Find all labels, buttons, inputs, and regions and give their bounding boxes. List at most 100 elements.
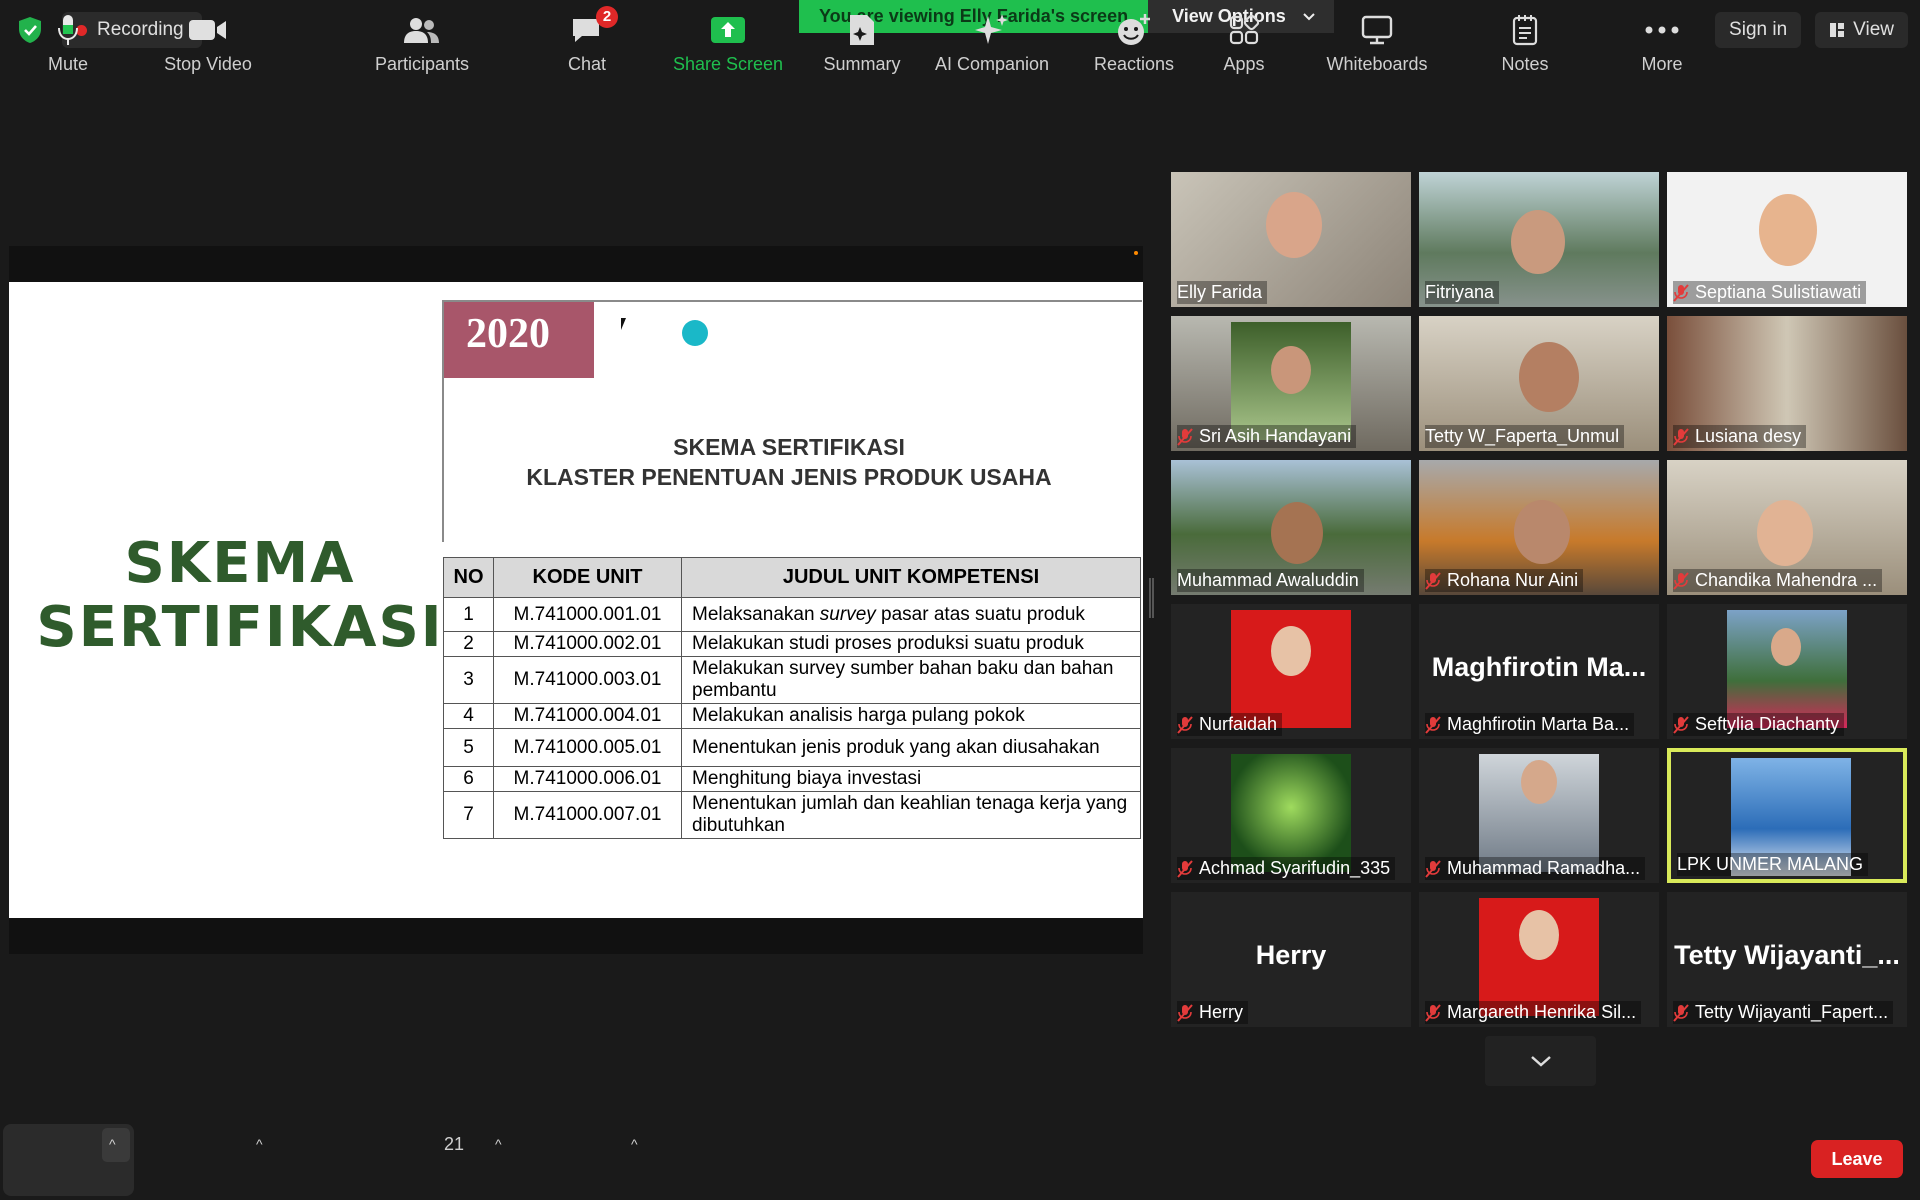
participant-face xyxy=(1266,192,1322,258)
meeting-toolbar xyxy=(0,1114,1920,1200)
participant-tile[interactable]: Elly Farida xyxy=(1171,172,1411,307)
reactions-button[interactable]: Reactions xyxy=(1080,0,1188,86)
row-no: 3 xyxy=(443,656,494,704)
participant-tile[interactable]: Sri Asih Handayani xyxy=(1171,316,1411,451)
ai-sparkle-icon xyxy=(974,12,1010,48)
participant-face xyxy=(1271,502,1323,564)
summary-button[interactable]: Summary xyxy=(816,0,908,86)
participant-name-text: Tetty Wijayanti_Fapert... xyxy=(1695,1002,1889,1022)
muted-mic-icon xyxy=(1177,427,1193,446)
row-no: 4 xyxy=(443,703,494,729)
participants-label: Participants xyxy=(374,53,470,74)
table-row: 5 M.741000.005.01 Menentukan jenis produk … xyxy=(443,728,1141,767)
participant-name-label: Seftylia Diachanty xyxy=(1673,713,1845,736)
row-no: 1 xyxy=(443,597,494,632)
participant-name-label: Margareth Henrika Sil... xyxy=(1425,1001,1642,1024)
table-body: 1 M.741000.001.01 Melaksanakan survey pasa… xyxy=(443,597,1141,839)
participant-tile[interactable]: Septiana Sulistiawati xyxy=(1667,172,1907,307)
judul-text: Melakukan studi proses produksi suatu pr… xyxy=(692,633,1084,654)
zoom-meeting-window: Recording You are viewing Elly Farida's … xyxy=(0,0,1920,1200)
notes-icon xyxy=(1512,12,1538,48)
more-button[interactable]: More xyxy=(1632,0,1692,86)
row-no: 5 xyxy=(443,728,494,767)
participant-tile[interactable]: Nurfaidah xyxy=(1171,604,1411,739)
chat-button[interactable]: 2 Chat xyxy=(556,0,618,86)
participant-face xyxy=(1771,628,1801,666)
muted-mic-icon xyxy=(1673,1003,1689,1022)
row-judul-unit: Menghitung biaya investasi xyxy=(681,766,1141,792)
chat-unread-badge: 2 xyxy=(596,5,618,28)
participant-name-label: Fitriyana xyxy=(1425,281,1500,304)
mute-button[interactable]: Mute xyxy=(28,0,108,86)
table-row: 3 M.741000.003.01 Melakukan survey sumber … xyxy=(443,656,1141,704)
participant-face xyxy=(1759,194,1817,266)
share-screen-button[interactable]: Share Screen xyxy=(668,0,788,86)
notes-button[interactable]: Notes xyxy=(1490,0,1560,86)
participant-name-label: Tetty W_Faperta_Unmul xyxy=(1425,425,1625,448)
participant-name-label: Tetty Wijayanti_Fapert... xyxy=(1673,1001,1894,1024)
whiteboards-button[interactable]: Whiteboards xyxy=(1318,0,1436,86)
participant-tile[interactable]: Seftylia Diachanty xyxy=(1667,604,1907,739)
participant-tile[interactable]: Herry Herry xyxy=(1171,892,1411,1027)
table-row: 4 M.741000.004.01 Melakukan analisis harga… xyxy=(443,703,1141,729)
participant-name-label: Herry xyxy=(1177,1001,1248,1024)
participant-name-text: Maghfirotin Marta Ba... xyxy=(1447,714,1630,734)
shared-screen[interactable]: SKEMA SERTIFIKASI 2020 SKEMA SERTIFIKASI… xyxy=(9,246,1143,954)
participant-tile[interactable]: Rohana Nur Aini xyxy=(1419,460,1659,595)
participant-face xyxy=(1519,342,1579,412)
participant-tile[interactable]: Tetty W_Faperta_Unmul xyxy=(1419,316,1659,451)
view-button[interactable]: View xyxy=(1815,12,1908,48)
apps-button[interactable]: Apps xyxy=(1212,0,1276,86)
participant-tile[interactable]: Lusiana desy xyxy=(1667,316,1907,451)
participant-name-text: LPK UNMER MALANG xyxy=(1677,854,1864,874)
more-label: More xyxy=(1641,53,1683,74)
participant-tile[interactable]: Muhammad Ramadha... xyxy=(1419,748,1659,883)
row-judul-unit: Menentukan jumlah dan keahlian tenaga ke… xyxy=(681,791,1141,839)
row-no: 6 xyxy=(443,766,494,792)
chat-label: Chat xyxy=(567,53,607,74)
row-judul-unit: Melaksanakan survey pasar atas suatu pro… xyxy=(681,597,1141,632)
chat-options-chevron-up-icon[interactable]: ^ xyxy=(631,1136,638,1152)
row-no: 2 xyxy=(443,631,494,657)
participant-tile[interactable]: Achmad Syarifudin_335 xyxy=(1171,748,1411,883)
share-screen-label: Share Screen xyxy=(672,53,784,74)
participant-tile[interactable]: Chandika Mahendra ... xyxy=(1667,460,1907,595)
leave-button[interactable]: Leave xyxy=(1811,1140,1903,1178)
judul-text: Melaksanakan xyxy=(692,603,820,625)
participant-tile[interactable]: Fitriyana xyxy=(1419,172,1659,307)
participant-name-text: Achmad Syarifudin_335 xyxy=(1199,858,1391,878)
participant-video-feed xyxy=(1231,754,1351,872)
ai-companion-button[interactable]: AI Companion xyxy=(930,0,1054,86)
participant-name-label: Septiana Sulistiawati xyxy=(1673,281,1867,304)
chevron-down-icon xyxy=(1530,1056,1551,1067)
audio-options-button[interactable] xyxy=(102,1128,130,1162)
participant-tile[interactable]: Muhammad Awaluddin xyxy=(1171,460,1411,595)
participant-face xyxy=(1519,910,1559,960)
whiteboards-label: Whiteboards xyxy=(1326,53,1428,74)
participant-name-text: Seftylia Diachanty xyxy=(1695,714,1840,734)
participant-tile[interactable]: Margareth Henrika Sil... xyxy=(1419,892,1659,1027)
participant-tile[interactable]: LPK UNMER MALANG xyxy=(1667,748,1907,883)
participant-tile[interactable]: Maghfirotin Ma... Maghfirotin Marta Ba... xyxy=(1419,604,1659,739)
participant-tile[interactable]: Tetty Wijayanti_... Tetty Wijayanti_Faper… xyxy=(1667,892,1907,1027)
slide-big-title: SKEMA SERTIFIKASI xyxy=(31,532,449,660)
video-options-chevron-up-icon[interactable]: ^ xyxy=(256,1136,263,1152)
more-dots-icon xyxy=(1645,12,1679,48)
chevron-down-icon xyxy=(1303,12,1315,20)
row-judul-unit: Melakukan studi proses produksi suatu pr… xyxy=(681,631,1141,657)
participants-button[interactable]: Participants xyxy=(370,0,474,86)
sign-in-button[interactable]: Sign in xyxy=(1715,12,1802,48)
participant-name-text: Muhammad Ramadha... xyxy=(1447,858,1641,878)
header-judul-unit: JUDUL UNIT KOMPETENSI xyxy=(681,557,1141,598)
gallery-next-page-button[interactable] xyxy=(1485,1036,1596,1086)
muted-mic-icon xyxy=(1673,715,1689,734)
judul-emphasis: survey xyxy=(819,603,876,625)
participants-options-chevron-up-icon[interactable]: ^ xyxy=(495,1136,502,1152)
split-resize-handle[interactable] xyxy=(1149,578,1154,618)
participant-name-text: Chandika Mahendra ... xyxy=(1695,570,1878,590)
stop-video-button[interactable]: Stop Video xyxy=(160,0,256,86)
apps-grid-icon xyxy=(1229,12,1259,48)
participant-name-label: Elly Farida xyxy=(1177,281,1268,304)
participant-face xyxy=(1511,210,1565,274)
muted-mic-icon xyxy=(1425,571,1441,590)
